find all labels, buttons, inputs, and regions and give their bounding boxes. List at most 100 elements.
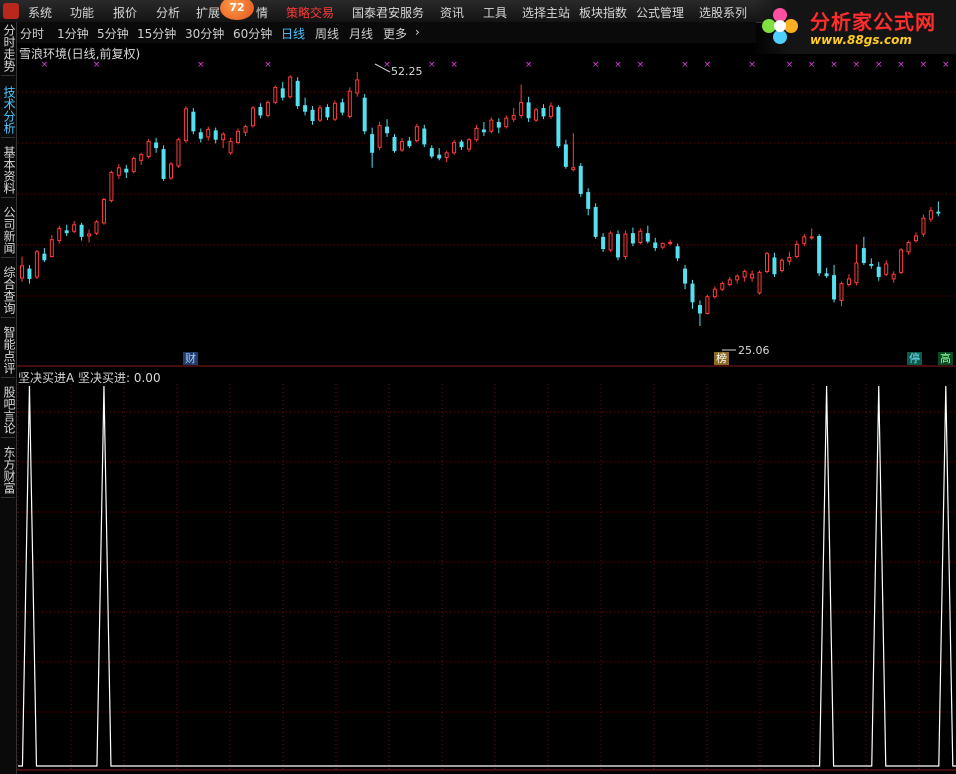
menu-extend[interactable]: 扩展 bbox=[196, 4, 220, 21]
candle bbox=[355, 72, 360, 97]
signal-marker: × bbox=[808, 60, 816, 70]
candle bbox=[548, 102, 553, 120]
candle-body bbox=[79, 224, 84, 237]
candle-body bbox=[660, 242, 665, 248]
candle-body bbox=[347, 90, 352, 117]
side-tab-fundamentals[interactable]: 基本资料 bbox=[1, 146, 16, 198]
candle bbox=[765, 251, 769, 274]
menu-quote[interactable]: 报价 bbox=[113, 4, 137, 21]
signal-line bbox=[18, 385, 956, 767]
candle bbox=[422, 124, 427, 148]
signal-marker: × bbox=[920, 60, 928, 70]
menu-formula-manage[interactable]: 公式管理 bbox=[636, 4, 684, 21]
candle bbox=[653, 237, 658, 251]
tab-1min[interactable]: 1分钟 bbox=[57, 25, 89, 42]
signal-marker: × bbox=[942, 60, 950, 70]
chevron-right-icon[interactable]: › bbox=[415, 25, 420, 39]
candlestick-series bbox=[20, 72, 941, 326]
side-tab-company-news[interactable]: 公司新闻 bbox=[1, 206, 16, 258]
menu-strategy-trade[interactable]: 策略交易 bbox=[286, 4, 334, 21]
candle bbox=[362, 93, 367, 135]
candle bbox=[250, 106, 255, 128]
side-tab-overview[interactable]: 综合查询 bbox=[1, 266, 16, 318]
signal-marker: × bbox=[748, 60, 756, 70]
tab-more[interactable]: 更多 bbox=[383, 25, 407, 42]
candle bbox=[57, 225, 62, 244]
app-icon[interactable] bbox=[3, 3, 19, 19]
menu-sector-index[interactable]: 板块指数 bbox=[579, 4, 627, 21]
side-tab-intraday[interactable]: 分时走势 bbox=[1, 24, 16, 76]
candle-body bbox=[355, 79, 360, 94]
candle-body bbox=[243, 126, 248, 133]
candle-body bbox=[787, 256, 792, 262]
flower-logo-icon bbox=[762, 8, 798, 44]
candle-body bbox=[824, 273, 829, 277]
candle-body bbox=[511, 114, 516, 120]
signal-marker: × bbox=[264, 60, 272, 70]
candle bbox=[295, 77, 300, 109]
side-tab-technical[interactable]: 技术分析 bbox=[1, 86, 16, 138]
signal-marker: × bbox=[637, 60, 645, 70]
candle bbox=[876, 262, 881, 281]
menu-gtja-service[interactable]: 国泰君安服务 bbox=[352, 4, 424, 21]
tab-60min[interactable]: 60分钟 bbox=[233, 25, 272, 42]
candle bbox=[116, 164, 121, 179]
finance-tag[interactable]: 财 bbox=[183, 352, 198, 365]
candle-body bbox=[467, 139, 471, 150]
tab-intraday[interactable]: 分时 bbox=[20, 25, 44, 42]
candle bbox=[243, 124, 248, 136]
candle bbox=[697, 300, 702, 326]
candle-body bbox=[139, 154, 144, 161]
menu-function[interactable]: 功能 bbox=[70, 4, 94, 21]
tab-weekly[interactable]: 周线 bbox=[315, 25, 339, 42]
chart-area[interactable]: × × × × × × × × × × × × × × × × × × × × × × bbox=[0, 0, 956, 774]
candle bbox=[131, 156, 136, 174]
candle-body bbox=[221, 133, 226, 141]
ranking-tag[interactable]: 榜 bbox=[714, 352, 729, 365]
candle-body bbox=[101, 199, 106, 224]
menu-system[interactable]: 系统 bbox=[28, 4, 52, 21]
candle bbox=[757, 270, 762, 295]
menu-tools[interactable]: 工具 bbox=[483, 4, 507, 21]
signal-marker: × bbox=[786, 60, 794, 70]
candle-body bbox=[608, 232, 613, 251]
logo-url[interactable]: www.88gs.com bbox=[810, 33, 912, 47]
tab-monthly[interactable]: 月线 bbox=[349, 25, 373, 42]
candle bbox=[265, 100, 270, 118]
side-tab-forum[interactable]: 股吧言论 bbox=[1, 386, 16, 438]
candle-body bbox=[437, 154, 442, 159]
tab-15min[interactable]: 15分钟 bbox=[137, 25, 176, 42]
candle bbox=[124, 164, 129, 179]
tab-5min[interactable]: 5分钟 bbox=[97, 25, 129, 42]
side-tab-smart-review[interactable]: 智能点评 bbox=[1, 326, 16, 378]
candle-body bbox=[340, 102, 345, 113]
side-tab-eastmoney[interactable]: 东方财富 bbox=[1, 446, 16, 498]
menu-select-server[interactable]: 选择主站 bbox=[522, 4, 570, 21]
candle bbox=[206, 126, 211, 141]
menu-news[interactable]: 资讯 bbox=[440, 4, 464, 21]
candle bbox=[779, 258, 784, 273]
candle-body bbox=[817, 235, 822, 274]
menu-info-partial[interactable]: 情 bbox=[256, 4, 268, 21]
candle-body bbox=[385, 126, 390, 134]
indicator-value: 坚决买进: 0.00 bbox=[78, 371, 161, 385]
notification-badge[interactable]: 72 bbox=[220, 0, 254, 20]
tab-daily[interactable]: 日线 bbox=[281, 25, 305, 42]
candle bbox=[690, 279, 695, 309]
signal-markers: × × × × × × × × × × × × × × × × × × × × × × bbox=[41, 60, 950, 70]
menu-stock-select[interactable]: 选股系列 bbox=[699, 4, 747, 21]
candle bbox=[385, 119, 390, 137]
signal-marker: × bbox=[197, 60, 205, 70]
tab-30min[interactable]: 30分钟 bbox=[185, 25, 224, 42]
candle bbox=[236, 128, 241, 145]
menu-analysis[interactable]: 分析 bbox=[156, 4, 180, 21]
candle-body bbox=[169, 163, 173, 179]
candle-body bbox=[593, 206, 598, 237]
candle bbox=[370, 127, 375, 168]
high-tag[interactable]: 高 bbox=[938, 352, 953, 365]
candle bbox=[481, 121, 486, 136]
candle bbox=[608, 231, 613, 252]
high-price-label: 52.25 bbox=[391, 65, 423, 78]
suspend-tag[interactable]: 停 bbox=[907, 352, 922, 365]
candle-body bbox=[623, 233, 628, 257]
